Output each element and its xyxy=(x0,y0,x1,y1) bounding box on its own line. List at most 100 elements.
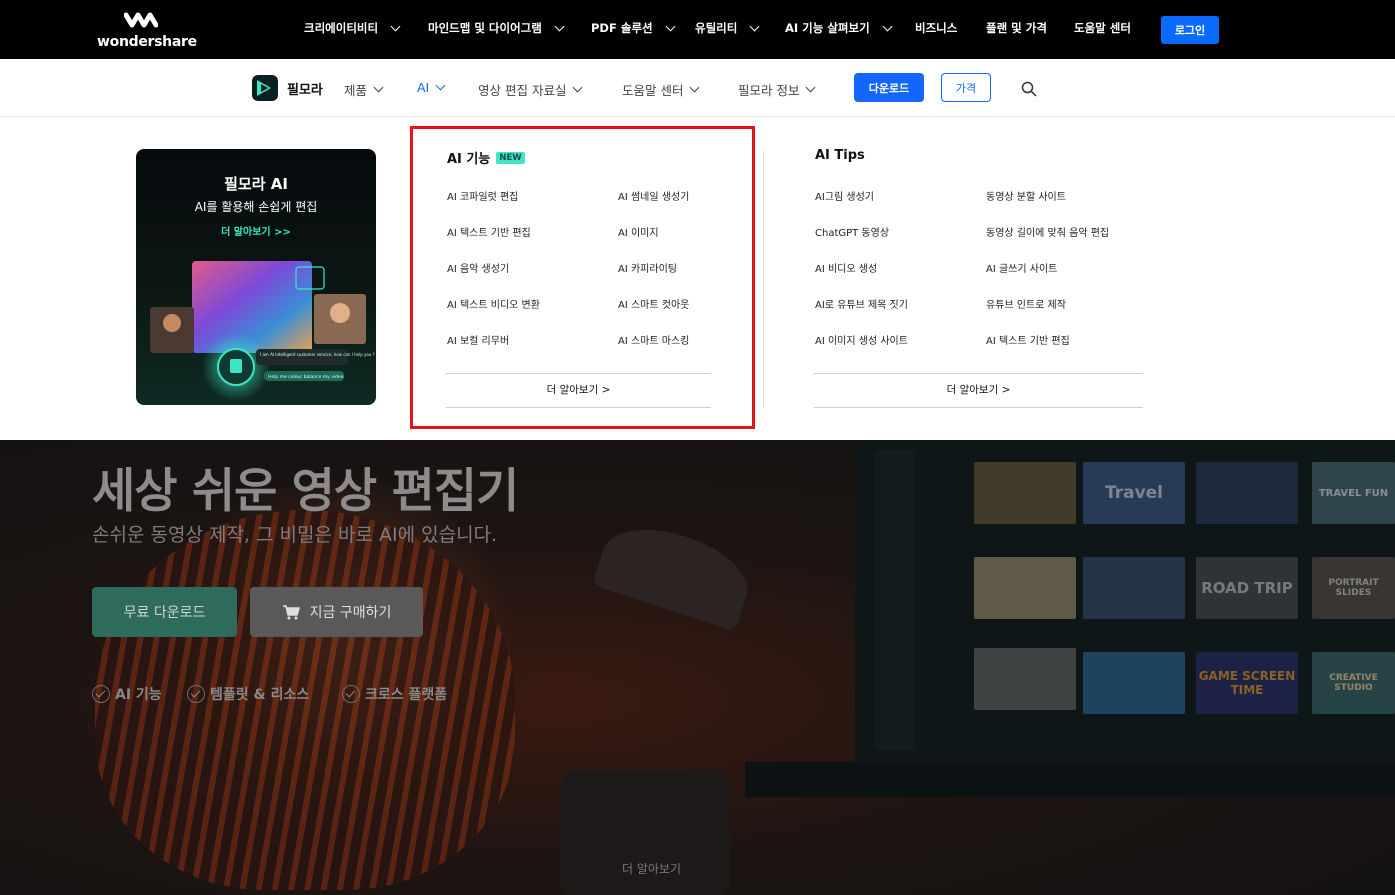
feature-label: 템플릿 & 리소스 xyxy=(210,687,310,703)
topnav-mindmap[interactable]: 마인드맵 및 다이어그램 xyxy=(428,20,565,36)
filmora-ai-promo-card[interactable]: 필모라 AI AI를 활용해 손쉽게 편집 더 알아보기 >> I am AI … xyxy=(136,149,376,405)
ai-feature-link[interactable]: AI 카피라이팅 xyxy=(618,260,677,275)
ai-tip-link[interactable]: AI그림 생성기 xyxy=(815,188,874,203)
chevron-down-icon xyxy=(665,21,676,31)
subnav-help-center[interactable]: 도움말 센터 xyxy=(622,80,700,99)
ai-tips-title: AI Tips xyxy=(815,148,865,163)
ai-tip-link[interactable]: AI로 유튜브 제목 짓기 xyxy=(815,296,908,311)
ai-tips-more-link[interactable]: 더 알아보기 > xyxy=(814,382,1143,397)
wondershare-logo-icon xyxy=(124,12,158,28)
subnav-ai[interactable]: AI xyxy=(417,80,446,95)
filmora-logo-icon[interactable] xyxy=(252,75,278,101)
ai-tip-link[interactable]: AI 이미지 생성 사이트 xyxy=(815,332,908,347)
ai-feature-link[interactable]: AI 이미지 xyxy=(618,224,659,239)
ai-features-title: AI 기능 NEW xyxy=(447,148,525,167)
ai-tip-link[interactable]: AI 텍스트 기반 편집 xyxy=(986,332,1070,347)
ai-feature-link[interactable]: AI 음악 생성기 xyxy=(447,260,509,275)
download-button[interactable]: 다운로드 xyxy=(854,73,924,102)
topnav-label: 비즈니스 xyxy=(915,21,958,35)
column-divider xyxy=(763,150,764,408)
check-circle-icon xyxy=(92,685,110,703)
chevron-down-icon xyxy=(390,21,401,31)
topnav-label: 마인드맵 및 다이어그램 xyxy=(428,21,542,35)
feature-cross-platform: 크로스 플랫폼 xyxy=(342,684,447,704)
promo-title: 필모라 AI xyxy=(224,175,288,193)
template-thumbnail: Travel xyxy=(1083,462,1185,524)
ai-tip-link[interactable]: 유튜브 인트로 제작 xyxy=(986,296,1066,311)
learn-more-link[interactable]: 더 알아보기 xyxy=(622,860,681,877)
chevron-down-icon xyxy=(435,80,446,91)
product-name[interactable]: 필모라 xyxy=(287,79,323,98)
feature-label: 크로스 플랫폼 xyxy=(365,687,448,703)
template-thumbnail xyxy=(974,648,1076,710)
subnav-about[interactable]: 필모라 정보 xyxy=(738,80,816,99)
ai-features-more-link[interactable]: 더 알아보기 > xyxy=(446,382,711,397)
wondershare-logo[interactable]: wondershare xyxy=(97,12,197,50)
template-thumbnail: CREATIVE STUDIO xyxy=(1312,652,1395,714)
price-button[interactable]: 가격 xyxy=(941,73,991,102)
ai-feature-link[interactable]: AI 텍스트 기반 편집 xyxy=(447,224,531,239)
buy-now-label: 지금 구매하기 xyxy=(309,605,392,621)
chevron-down-icon xyxy=(690,82,700,93)
free-download-button[interactable]: 무료 다운로드 xyxy=(92,587,237,637)
ai-feature-link[interactable]: AI 스마트 컷아웃 xyxy=(618,296,689,311)
chevron-down-icon xyxy=(749,21,760,31)
template-thumbnail: GAME SCREEN TIME xyxy=(1196,652,1298,714)
topnav-label: 플랜 및 가격 xyxy=(986,21,1047,35)
topnav-pdf[interactable]: PDF 솔루션 xyxy=(591,20,676,36)
ai-tip-link[interactable]: AI 비디오 생성 xyxy=(815,260,877,275)
divider xyxy=(446,407,711,408)
topnav-business[interactable]: 비즈니스 xyxy=(915,20,957,36)
ai-feature-link[interactable]: AI 스마트 마스킹 xyxy=(618,332,689,347)
ai-feature-link[interactable]: AI 보컬 리무버 xyxy=(447,332,509,347)
topnav-help[interactable]: 도움말 센터 xyxy=(1074,20,1131,36)
check-circle-icon xyxy=(187,685,205,703)
product-subnav: 필모라 제품 AI 영상 편집 자료실 도움말 센터 필모라 정보 다운로드 가… xyxy=(0,59,1395,117)
ai-tip-link[interactable]: AI 글쓰기 사이트 xyxy=(986,260,1057,275)
template-thumbnail xyxy=(974,557,1076,619)
topnav-label: 크리에이티비티 xyxy=(304,21,379,35)
topnav-utility[interactable]: 유틸리티 xyxy=(695,20,760,36)
feature-templates: 템플릿 & 리소스 xyxy=(187,684,309,704)
promo-link[interactable]: 더 알아보기 >> xyxy=(136,223,376,238)
topnav-label: PDF 솔루션 xyxy=(591,21,653,35)
check-circle-icon xyxy=(342,685,360,703)
subnav-label: 필모라 정보 xyxy=(738,83,800,98)
login-button[interactable]: 로그인 xyxy=(1161,16,1219,44)
topnav-creativity[interactable]: 크리에이티비티 xyxy=(304,20,401,36)
chevron-down-icon xyxy=(573,82,583,93)
hero-background-desk-lamp xyxy=(592,513,758,632)
buy-now-button[interactable]: 지금 구매하기 xyxy=(250,587,423,637)
wondershare-logo-text: wondershare xyxy=(97,34,197,50)
ai-feature-link[interactable]: AI 코파일럿 편집 xyxy=(447,188,518,203)
chevron-down-icon xyxy=(882,21,893,31)
hero-section: Travel TRAVEL FUN ROAD TRIP PORTRAIT SLI… xyxy=(0,440,1395,895)
ai-tip-link[interactable]: ChatGPT 동영상 xyxy=(815,224,889,239)
template-thumbnail: PORTRAIT SLIDES xyxy=(1312,557,1395,619)
promo-bubble-text: I am AI Intelligent customer service, ho… xyxy=(260,352,375,357)
template-thumbnail: ROAD TRIP xyxy=(1196,557,1298,619)
feature-label: AI 기능 xyxy=(115,687,162,703)
ai-tip-link[interactable]: 동영상 분할 사이트 xyxy=(986,188,1066,203)
hero-background-taskbar xyxy=(745,762,1395,797)
subnav-label: 제품 xyxy=(344,83,368,98)
topnav-plans[interactable]: 플랜 및 가격 xyxy=(986,20,1047,36)
ai-tip-link[interactable]: 동영상 길이에 맞춰 음악 편집 xyxy=(986,224,1109,239)
cart-icon xyxy=(282,605,300,620)
ai-feature-link[interactable]: AI 텍스트 비디오 변환 xyxy=(447,296,540,311)
template-thumbnail xyxy=(1196,462,1298,524)
chevron-down-icon xyxy=(373,82,384,93)
ai-mega-menu: 필모라 AI AI를 활용해 손쉽게 편집 더 알아보기 >> I am AI … xyxy=(0,117,1395,440)
chevron-down-icon xyxy=(806,82,816,93)
ai-feature-link[interactable]: AI 썸네일 생성기 xyxy=(618,188,689,203)
subnav-products[interactable]: 제품 xyxy=(344,80,384,99)
template-thumbnail xyxy=(1083,652,1185,714)
subnav-editing-resources[interactable]: 영상 편집 자료실 xyxy=(478,80,583,99)
search-icon[interactable] xyxy=(1021,81,1037,97)
topnav-ai-explore[interactable]: AI 기능 살펴보기 xyxy=(785,20,893,36)
subnav-label: 도움말 센터 xyxy=(622,83,684,98)
topnav-label: 유틸리티 xyxy=(695,21,738,35)
promo-illustration: I am AI Intelligent customer service, ho… xyxy=(150,261,375,401)
new-badge: NEW xyxy=(496,151,525,164)
chevron-down-icon xyxy=(554,21,565,31)
